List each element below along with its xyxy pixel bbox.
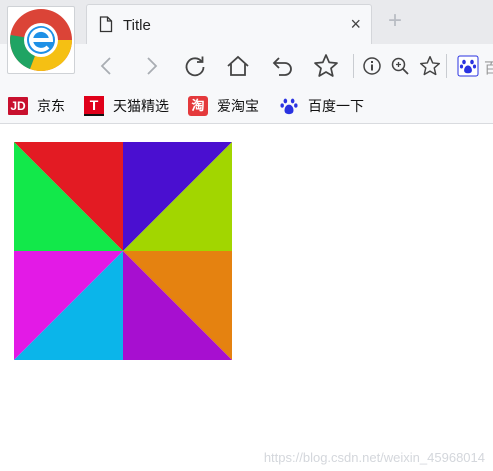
- toolbar-divider: [353, 54, 354, 78]
- forward-arrow-icon[interactable]: [136, 51, 166, 81]
- baidu-paw-icon[interactable]: [453, 51, 483, 81]
- bookmark-label: 百度一下: [308, 98, 364, 114]
- bookmark-tmall[interactable]: T 天猫精选: [84, 95, 169, 117]
- tab-title: Title: [123, 17, 151, 34]
- page-icon: [99, 16, 113, 38]
- tab-title-page[interactable]: Title ×: [86, 4, 372, 44]
- bookmark-baidu[interactable]: 百度一下: [279, 95, 364, 117]
- bookmark-label: 爱淘宝: [217, 98, 259, 114]
- taobao-icon: 淘: [188, 96, 208, 116]
- favorite-star-icon[interactable]: [415, 51, 445, 81]
- bookmarks-bar: JD 京东 T 天猫精选 淘 爱淘宝 百度一下: [0, 88, 493, 124]
- reload-icon[interactable]: [180, 51, 210, 81]
- triangle-square-graphic: [14, 142, 232, 360]
- page-content: https://blog.csdn.net/weixin_45968014: [0, 124, 493, 471]
- info-icon[interactable]: [357, 51, 387, 81]
- tmall-icon: T: [84, 96, 104, 116]
- new-tab-button[interactable]: +: [388, 8, 402, 34]
- bookmark-label: 京东: [37, 98, 65, 114]
- undo-icon[interactable]: [268, 51, 298, 81]
- browser-logo-icon: [7, 6, 75, 74]
- close-icon[interactable]: ×: [350, 13, 361, 35]
- browser-chrome: Title × + 百 JD 京东 T 天猫精选 淘 爱淘宝 百度一下: [0, 0, 493, 124]
- bookmark-aitaobao[interactable]: 淘 爱淘宝: [188, 95, 259, 117]
- bookmark-jd[interactable]: JD 京东: [8, 95, 65, 117]
- bookmark-label: 天猫精选: [113, 98, 169, 114]
- toolbar-divider: [446, 54, 447, 78]
- bookmark-star-icon[interactable]: [311, 51, 341, 81]
- zoom-icon[interactable]: [385, 51, 415, 81]
- jd-icon: JD: [8, 96, 28, 116]
- back-arrow-icon[interactable]: [92, 51, 122, 81]
- baidu-paw-icon: [279, 96, 299, 116]
- watermark-text: https://blog.csdn.net/weixin_45968014: [263, 450, 485, 465]
- home-icon[interactable]: [223, 51, 253, 81]
- toolbar-trailing-text: 百: [484, 60, 493, 77]
